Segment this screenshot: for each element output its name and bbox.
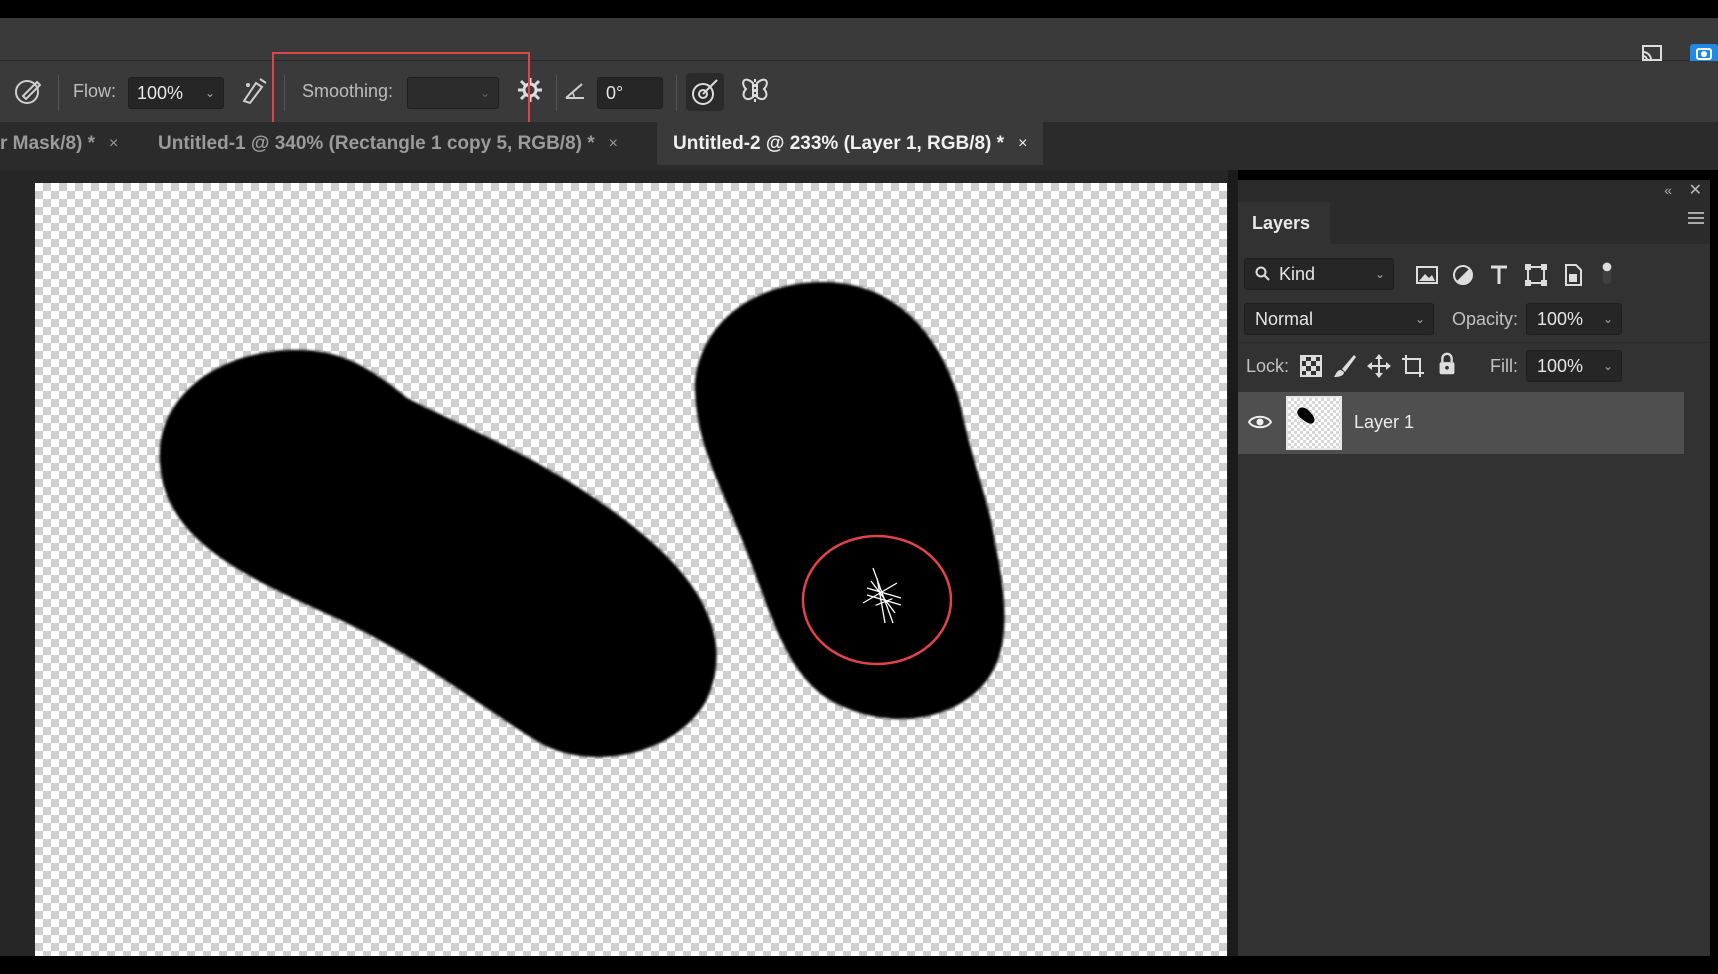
- lock-artboard-icon[interactable]: [1400, 353, 1426, 379]
- options-divider: [58, 75, 59, 111]
- document-canvas[interactable]: [35, 183, 1227, 956]
- tab-label: r Mask/8) *: [0, 132, 96, 154]
- pressure-size-button[interactable]: [686, 73, 724, 111]
- blend-mode-select[interactable]: Normal ⌄: [1244, 303, 1434, 335]
- fill-value: 100%: [1537, 356, 1584, 376]
- blend-mode-value: Normal: [1255, 309, 1314, 329]
- document-tab-active[interactable]: Untitled-2 @ 233% (Layer 1, RGB/8) * ×: [657, 122, 1044, 165]
- tab-label: Untitled-1 @ 340% (Rectangle 1 copy 5, R…: [158, 132, 595, 154]
- panel-menu-icon[interactable]: [1688, 212, 1704, 226]
- opacity-value: 100%: [1537, 309, 1584, 329]
- layer-thumbnail-art: [1297, 407, 1315, 424]
- chevron-down-icon[interactable]: ⌄: [1415, 304, 1425, 334]
- filter-kind-label: Kind: [1279, 264, 1316, 284]
- layer-thumbnail[interactable]: [1286, 396, 1342, 450]
- chevron-down-icon[interactable]: ⌄: [1375, 259, 1385, 289]
- flow-label: Flow:: [73, 81, 117, 101]
- lock-all-icon[interactable]: [1434, 351, 1460, 377]
- filter-adjustment-layer-icon[interactable]: [1450, 262, 1476, 288]
- filter-type-layer-icon[interactable]: [1486, 262, 1512, 288]
- filter-smart-object-icon[interactable]: [1560, 262, 1586, 288]
- airbrush-pressure-icon[interactable]: [12, 73, 46, 107]
- airbrush-icon[interactable]: [236, 73, 270, 107]
- chevron-down-icon[interactable]: ⌄: [1603, 304, 1613, 334]
- flow-value: 100%: [137, 83, 184, 103]
- options-divider: [676, 75, 677, 111]
- chevron-down-icon[interactable]: ⌄: [1603, 351, 1613, 381]
- close-icon[interactable]: ×: [1018, 135, 1027, 153]
- angle-icon: [564, 80, 588, 102]
- canvas-artwork: [159, 281, 1005, 758]
- fill-field[interactable]: 100% ⌄: [1526, 350, 1622, 382]
- angle-value: 0°: [606, 83, 624, 103]
- search-icon: [1255, 266, 1270, 281]
- layers-panel: « ✕ Layers Kind ⌄ Normal ⌄ Opacity: 100%…: [1238, 180, 1710, 956]
- filter-shape-layer-icon[interactable]: [1523, 262, 1549, 288]
- lock-image-pixels-brush-icon[interactable]: [1332, 353, 1358, 379]
- close-icon[interactable]: ×: [609, 135, 618, 153]
- panel-header: « ✕: [1238, 180, 1710, 202]
- eye-visibility-icon[interactable]: [1248, 412, 1272, 432]
- options-bar: Flow: 100% ⌄ Smoothing: ⌄ 0°: [0, 61, 1718, 122]
- tab-label: Untitled-2 @ 233% (Layer 1, RGB/8) *: [673, 132, 1005, 154]
- lock-position-move-icon[interactable]: [1366, 353, 1392, 379]
- panel-tab-row: Layers: [1238, 202, 1710, 244]
- close-icon[interactable]: ×: [109, 135, 118, 153]
- filter-row: Kind ⌄: [1238, 252, 1710, 296]
- angle-field[interactable]: 0°: [597, 77, 663, 109]
- lock-transparent-pixels-icon[interactable]: [1298, 353, 1324, 379]
- tab-layers[interactable]: Layers: [1238, 202, 1330, 244]
- title-bar: [0, 18, 1718, 61]
- filter-kind-select[interactable]: Kind ⌄: [1244, 258, 1394, 290]
- blend-row: Normal ⌄ Opacity: 100% ⌄: [1238, 296, 1710, 342]
- flow-field[interactable]: 100% ⌄: [128, 77, 224, 109]
- fill-label: Fill:: [1490, 356, 1518, 376]
- lock-label: Lock:: [1246, 356, 1290, 376]
- brush-stroke-left: [159, 349, 717, 758]
- close-icon[interactable]: ✕: [1689, 180, 1702, 200]
- panel-dock-strip: [1228, 170, 1238, 956]
- collapse-panels-icon[interactable]: «: [1664, 182, 1672, 198]
- filter-pixel-layer-icon[interactable]: [1414, 262, 1440, 288]
- layer-row[interactable]: Layer 1: [1238, 392, 1684, 454]
- chevron-down-icon[interactable]: ⌄: [205, 78, 215, 108]
- document-tab-bar: r Mask/8) * × Untitled-1 @ 340% (Rectang…: [0, 122, 1718, 170]
- opacity-label: Opacity:: [1452, 309, 1519, 329]
- layer-name[interactable]: Layer 1: [1354, 412, 1414, 433]
- brush-stroke-right: [695, 281, 1005, 720]
- opacity-field[interactable]: 100% ⌄: [1526, 303, 1622, 335]
- options-divider: [556, 75, 557, 111]
- document-tab[interactable]: r Mask/8) * ×: [0, 122, 130, 165]
- symmetry-butterfly-icon[interactable]: [738, 73, 772, 107]
- filter-toggle-icon[interactable]: [1594, 260, 1620, 286]
- document-tab[interactable]: Untitled-1 @ 340% (Rectangle 1 copy 5, R…: [158, 122, 630, 165]
- lock-row: Lock: Fill: 100% ⌄: [1238, 342, 1710, 388]
